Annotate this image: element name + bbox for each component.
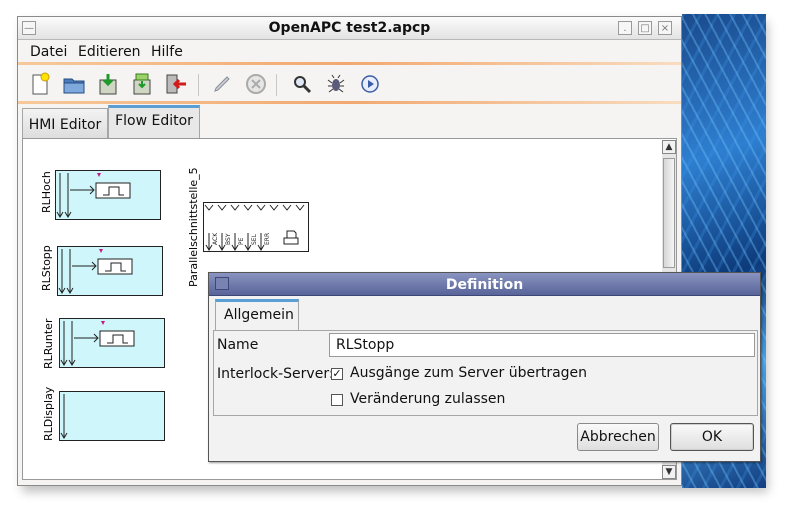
block-label: Parallelschnittstelle_5: [187, 167, 200, 287]
window-title: OpenAPC test2.apcp: [268, 20, 431, 36]
scrollbar-thumb[interactable]: [663, 158, 675, 268]
pin-ack: ACK: [212, 232, 219, 245]
menu-stripe: [18, 62, 681, 65]
block-io-graphic: [60, 394, 68, 439]
toolbar-separator: [276, 74, 277, 96]
interlock-label: Interlock-Server:: [217, 366, 334, 382]
minimize-button[interactable]: .: [618, 21, 632, 35]
delete-circle-icon[interactable]: [244, 72, 268, 96]
new-file-icon[interactable]: [28, 72, 52, 96]
transfer-checkbox[interactable]: ✓: [331, 368, 343, 380]
toolbar: [18, 66, 681, 102]
name-field[interactable]: [329, 333, 755, 357]
save-as-icon[interactable]: [130, 72, 154, 96]
scroll-down-arrow-icon[interactable]: ▼: [662, 465, 676, 479]
flow-block-rlhoch[interactable]: [55, 170, 161, 220]
flow-block-parallel[interactable]: ACK BSY PE SEL ERR: [203, 202, 309, 252]
ok-button[interactable]: OK: [670, 423, 754, 451]
edit-pencil-icon[interactable]: [210, 72, 234, 96]
block-label: RLRunter: [42, 318, 55, 369]
pin-err: ERR: [264, 232, 271, 245]
flow-block-rldisplay[interactable]: [59, 391, 165, 441]
maximize-button[interactable]: □: [638, 21, 652, 35]
block-io-graphic: [56, 173, 131, 218]
exit-icon[interactable]: [164, 72, 188, 96]
dialog-title-bar[interactable]: Definition: [209, 273, 760, 296]
block-label: RLStopp: [40, 245, 53, 291]
toolbar-separator: [198, 74, 199, 96]
tab-bar: HMI Editor Flow Editor: [22, 105, 322, 140]
name-label: Name: [217, 337, 259, 353]
parallel-pin-labels: ACK BSY PE SEL ERR: [212, 233, 282, 251]
tab-allgemein[interactable]: Allgemein: [215, 299, 299, 331]
pin-bsy: BSY: [225, 233, 232, 245]
block-label: RLDisplay: [42, 386, 55, 441]
menu-editieren[interactable]: Editieren: [78, 44, 141, 60]
definition-dialog: Definition Allgemein Name Interlock-Serv…: [208, 272, 761, 462]
block-io-graphic: [60, 321, 135, 366]
play-icon[interactable]: [358, 72, 382, 96]
transfer-checkbox-label[interactable]: Ausgänge zum Server übertragen: [350, 365, 587, 381]
change-checkbox[interactable]: [331, 394, 343, 406]
flow-block-rlstopp[interactable]: [57, 246, 163, 296]
save-icon[interactable]: [96, 72, 120, 96]
tab-hmi-editor[interactable]: HMI Editor: [22, 108, 108, 140]
menu-datei[interactable]: Datei: [30, 44, 67, 60]
pin-sel: SEL: [251, 234, 258, 245]
block-io-graphic: [58, 249, 133, 294]
toolbar-stripe: [18, 101, 681, 104]
menu-hilfe[interactable]: Hilfe: [151, 44, 183, 60]
cancel-button[interactable]: Abbrechen: [577, 423, 659, 451]
open-folder-icon[interactable]: [62, 72, 86, 96]
search-icon[interactable]: [290, 72, 314, 96]
debug-bug-icon[interactable]: [324, 72, 348, 96]
menu-bar: Datei Editieren Hilfe: [18, 40, 681, 62]
title-bar[interactable]: — OpenAPC test2.apcp . □ ×: [18, 17, 681, 40]
change-checkbox-label[interactable]: Veränderung zulassen: [350, 391, 505, 407]
tab-flow-editor[interactable]: Flow Editor: [108, 105, 200, 140]
close-button[interactable]: ×: [658, 21, 672, 35]
flow-block-rlrunter[interactable]: [59, 318, 165, 368]
pin-pe: PE: [238, 237, 245, 245]
dialog-title: Definition: [445, 277, 524, 293]
scroll-up-arrow-icon[interactable]: ▲: [662, 140, 676, 154]
block-label: RLHoch: [40, 171, 53, 213]
